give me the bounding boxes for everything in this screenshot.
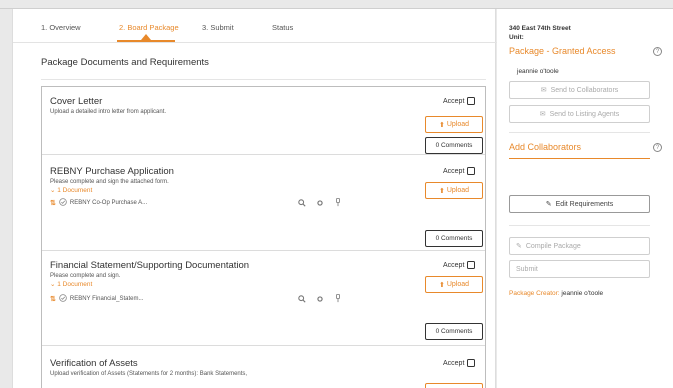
document-description: Upload verification of Assets (Statement… [50,371,248,377]
upload-icon: ⬆ [439,281,447,289]
upload-icon: ⬆ [439,121,447,129]
tab-bar: 1. Overview 2. Board Package 3. Submit S… [13,9,497,43]
document-count-toggle[interactable]: ⌄ 1 Document [50,186,92,194]
compile-package-label: Compile Package [525,242,581,250]
accept-checkbox[interactable]: Accept [443,167,476,175]
tab-board-package[interactable]: 2. Board Package [119,23,179,32]
sort-icon[interactable]: ⇅ [50,199,56,207]
pin-icon[interactable] [334,294,342,305]
tab-overview[interactable]: 1. Overview [41,23,81,32]
comments-button[interactable]: 0 Comments [425,137,483,154]
send-collaborators-label: Send to Collaborators [550,86,619,94]
upload-button[interactable] [425,383,483,388]
send-to-listing-agents-button[interactable]: ✉ Send to Listing Agents [509,105,650,123]
submit-button[interactable]: Submit [509,260,650,278]
accept-label: Accept [443,359,465,367]
document-title: Financial Statement/Supporting Documenta… [50,260,250,271]
upload-button[interactable]: ⬆ Upload [425,276,483,293]
sort-icon[interactable]: ⇅ [50,295,56,303]
comments-button[interactable]: 0 Comments [425,230,483,247]
document-row-financial-statement: Financial Statement/Supporting Documenta… [42,251,485,346]
search-icon[interactable] [298,198,306,209]
creator-label: Package Creator: [509,290,560,297]
upload-label: Upload [446,121,469,128]
document-list[interactable]: Cover Letter Upload a detailed intro let… [41,86,486,388]
gear-icon[interactable] [316,199,324,209]
address-line: 340 East 74th Street [509,25,571,32]
edit-requirements-label: Edit Requirements [555,200,614,208]
document-row-cover-letter: Cover Letter Upload a detailed intro let… [42,87,485,155]
document-count: 1 Document [57,187,93,194]
pin-icon[interactable] [334,198,342,209]
file-item[interactable]: ⇅ REBNY Co-Op Purchase A... [50,198,147,208]
pencil-icon: ✎ [545,201,552,208]
divider [41,79,486,80]
document-row-verification-of-assets: Verification of Assets Upload verificati… [42,346,485,388]
granted-user: jeannie o'toole [517,68,559,75]
checkbox-icon[interactable] [467,167,476,175]
envelope-icon: ✉ [540,87,547,94]
document-row-purchase-application: REBNY Purchase Application Please comple… [42,155,485,251]
comments-button[interactable]: 0 Comments [425,323,483,340]
envelope-icon: ✉ [539,111,546,118]
document-title: Verification of Assets [50,358,138,369]
creator-name: jeannie o'toole [561,290,604,297]
main-panel: 1. Overview 2. Board Package 3. Submit S… [12,9,497,388]
checkbox-icon[interactable] [467,97,476,105]
document-count: 1 Document [57,281,93,288]
unit-line: Unit: [509,34,524,41]
accept-checkbox[interactable]: Accept [443,359,476,367]
granted-access-title: Package - Granted Access [509,46,616,56]
divider [509,225,650,226]
file-tools [298,294,342,305]
section-title: Package Documents and Requirements [41,57,209,68]
gear-icon[interactable] [316,295,324,305]
divider [509,132,650,133]
accept-label: Accept [443,167,465,175]
property-address: 340 East 74th Street Unit: [509,24,571,42]
document-description: Upload a detailed intro letter from appl… [50,109,167,115]
document-title: Cover Letter [50,96,103,107]
checkbox-icon[interactable] [467,261,476,269]
add-collaborators-underline [509,158,650,159]
active-tab-underline [117,40,175,42]
document-count-toggle[interactable]: ⌄ 1 Document [50,280,92,288]
send-agents-label: Send to Listing Agents [549,110,620,118]
accept-checkbox[interactable]: Accept [443,97,476,105]
chevron-down-icon: ⌄ [50,187,56,194]
help-icon[interactable]: ? [653,143,662,152]
checkbox-icon[interactable] [467,359,476,367]
file-tools [298,198,342,209]
file-name[interactable]: REBNY Financial_Statem... [70,296,144,302]
document-title: REBNY Purchase Application [50,166,174,177]
check-circle-icon [59,294,67,304]
package-creator: Package Creator: jeannie o'toole [509,290,603,297]
link-icon: ✎ [516,243,522,250]
upload-label: Upload [446,187,469,194]
document-description: Please complete and sign the attached fo… [50,179,169,185]
check-circle-icon [59,198,67,208]
send-to-collaborators-button[interactable]: ✉ Send to Collaborators [509,81,650,99]
add-collaborators-title[interactable]: Add Collaborators [509,142,581,152]
upload-button[interactable]: ⬆ Upload [425,116,483,133]
upload-icon: ⬆ [439,187,447,195]
accept-label: Accept [443,261,465,269]
accept-label: Accept [443,97,465,105]
accept-checkbox[interactable]: Accept [443,261,476,269]
tab-submit[interactable]: 3. Submit [202,23,234,32]
file-item[interactable]: ⇅ REBNY Financial_Statem... [50,294,143,304]
search-icon[interactable] [298,294,306,305]
compile-package-button[interactable]: ✎ Compile Package [509,237,650,255]
edit-requirements-button[interactable]: ✎ Edit Requirements [509,195,650,213]
tab-status[interactable]: Status [272,23,293,32]
sidebar: 340 East 74th Street Unit: Package - Gra… [497,9,673,388]
file-name[interactable]: REBNY Co-Op Purchase A... [70,200,147,206]
chevron-down-icon: ⌄ [50,281,56,288]
upload-label: Upload [446,281,469,288]
upload-button[interactable]: ⬆ Upload [425,182,483,199]
help-icon[interactable]: ? [653,47,662,56]
document-description: Please complete and sign. [50,273,121,279]
